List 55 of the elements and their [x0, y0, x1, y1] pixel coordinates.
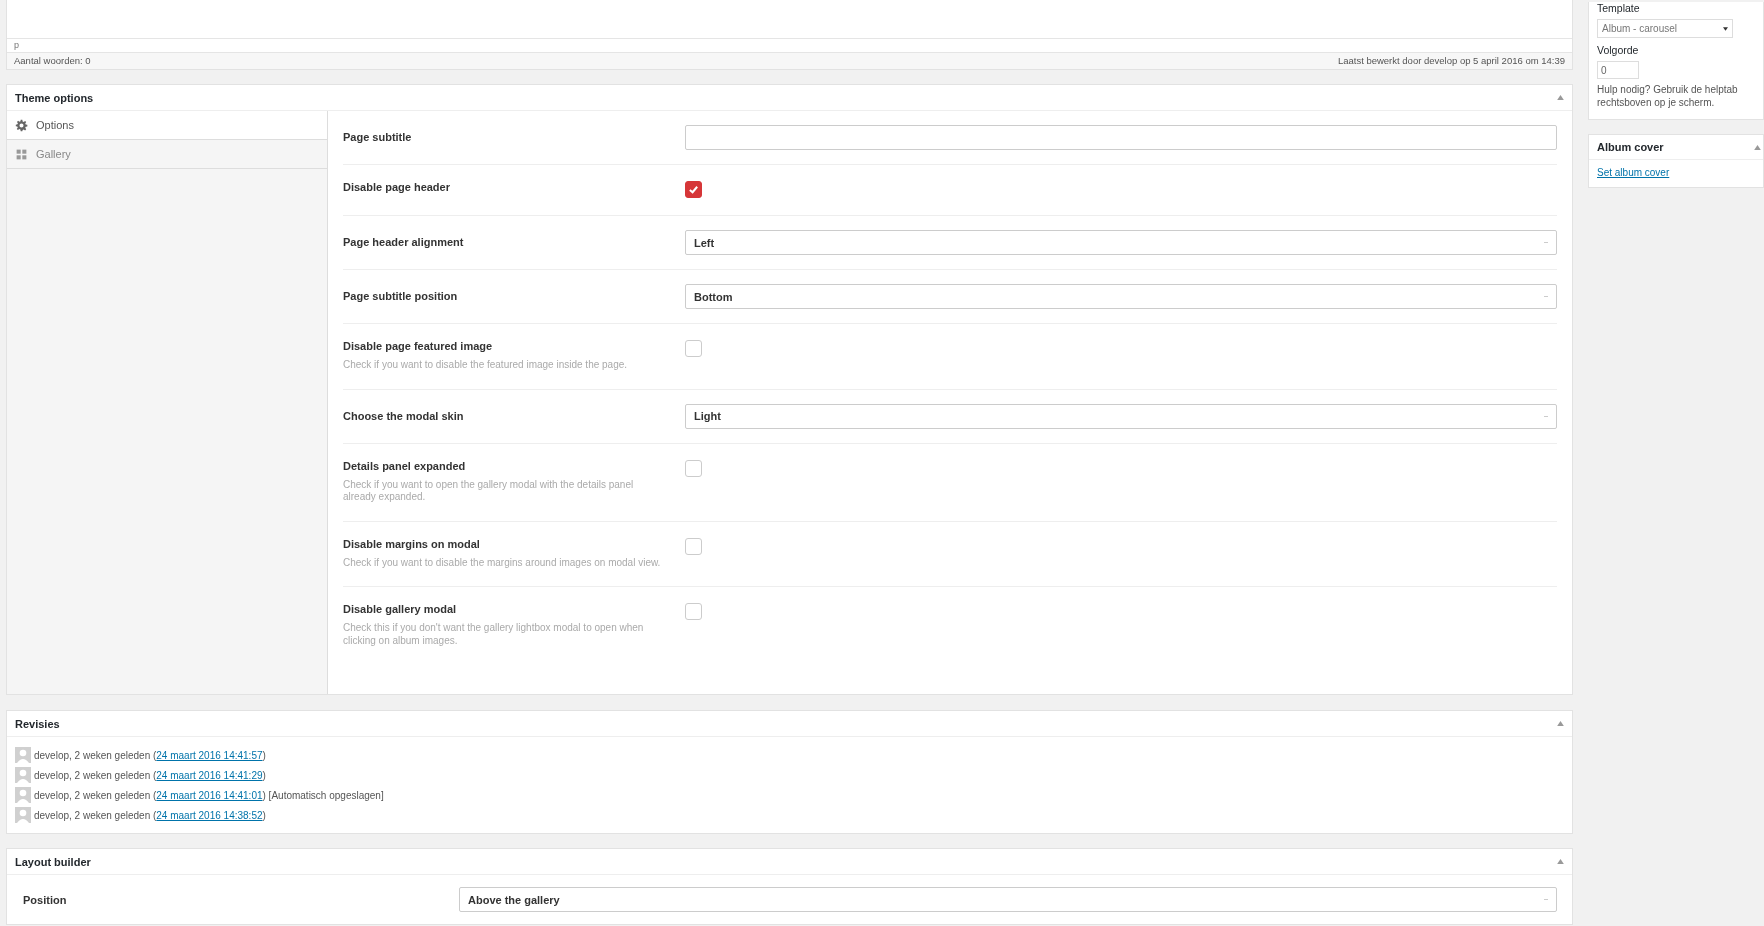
field-label: Position [23, 893, 68, 906]
options-tab[interactable]: Options [7, 111, 327, 140]
field-label: Disable gallery modal [343, 603, 458, 615]
options-tab[interactable]: Gallery [7, 140, 327, 169]
text-field[interactable] [685, 125, 1557, 150]
field-label: Page subtitle position [343, 289, 459, 302]
set-album-cover-link[interactable]: Set album cover [1597, 167, 1670, 178]
select-dropdown[interactable]: Left [685, 230, 1557, 255]
avatar-icon [15, 807, 31, 823]
field-label: Disable margins on modal [343, 537, 481, 550]
panel-title: Layout builder [15, 855, 91, 868]
order-field[interactable]: 0 [1597, 61, 1639, 79]
gear-icon [15, 118, 28, 132]
select-dropdown[interactable]: Above the gallery [459, 887, 1557, 912]
field-label: Template [1597, 2, 1641, 14]
revision-entry: develop, 2 weken geleden (24 maart 2016 14:41:29) [34, 769, 266, 781]
select-dropdown[interactable]: Bottom [685, 284, 1557, 309]
field-description: Check this if you don't want the gallery lightbox modal to open when clicking on album images. [343, 622, 645, 647]
field-label: Disable page featured image [343, 340, 494, 352]
revision-entry: develop, 2 weken geleden (24 maart 2016 14:38:52) [34, 809, 266, 821]
template-select[interactable]: Album - carousel [1597, 19, 1733, 38]
field-label: Page subtitle [343, 130, 413, 143]
panel-title: Revisies [15, 717, 60, 730]
revision-link[interactable]: 24 maart 2016 14:41:29 [156, 769, 263, 781]
revision-entry: develop, 2 weken geleden (24 maart 2016 14:41:01) [Automatisch opgeslagen] [34, 789, 384, 801]
select-dropdown[interactable]: Light [685, 403, 1557, 429]
caret-icon [1723, 26, 1728, 31]
grid-icon [15, 147, 28, 161]
avatar-icon [15, 747, 31, 763]
collapse-icon[interactable] [1557, 859, 1564, 864]
revision-link[interactable]: 24 maart 2016 14:38:52 [156, 809, 263, 821]
field-description: Check if you want to open the gallery modal with the details panel already expanded. [343, 478, 635, 504]
panel-title: Album cover [1597, 141, 1664, 153]
panel-title: Theme options [15, 91, 94, 104]
checkbox[interactable] [685, 181, 702, 198]
collapse-icon[interactable] [1754, 144, 1761, 150]
avatar-icon [15, 767, 31, 783]
field-label: Disable page header [343, 181, 451, 193]
field-label: Page header alignment [343, 235, 465, 248]
revision-link[interactable]: 24 maart 2016 14:41:57 [156, 749, 263, 761]
collapse-icon[interactable] [1557, 721, 1564, 726]
last-edited-info: Laatst bewerkt door develop op 5 april 2016 om 14:39 [1337, 55, 1565, 66]
avatar-icon [15, 787, 31, 803]
field-label: Volgorde [1597, 44, 1640, 56]
collapse-icon[interactable] [1557, 95, 1564, 100]
revision-entry: develop, 2 weken geleden (24 maart 2016 14:41:57) [34, 749, 266, 761]
field-description: Check if you want to disable the featured image inside the page. [343, 359, 629, 372]
element-path: p [14, 40, 19, 50]
field-description: Check if you want to disable the margins around images on modal view. [343, 556, 662, 569]
check-icon [688, 184, 699, 195]
field-label: Choose the modal skin [343, 408, 465, 422]
field-label: Details panel expanded [343, 459, 467, 472]
revision-link[interactable]: 24 maart 2016 14:41:01 [156, 789, 263, 801]
help-text: Hulp nodig? Gebruik de helptab rechtsboven op je scherm. [1597, 84, 1739, 109]
word-count: Aantal woorden: 0 [14, 55, 91, 66]
